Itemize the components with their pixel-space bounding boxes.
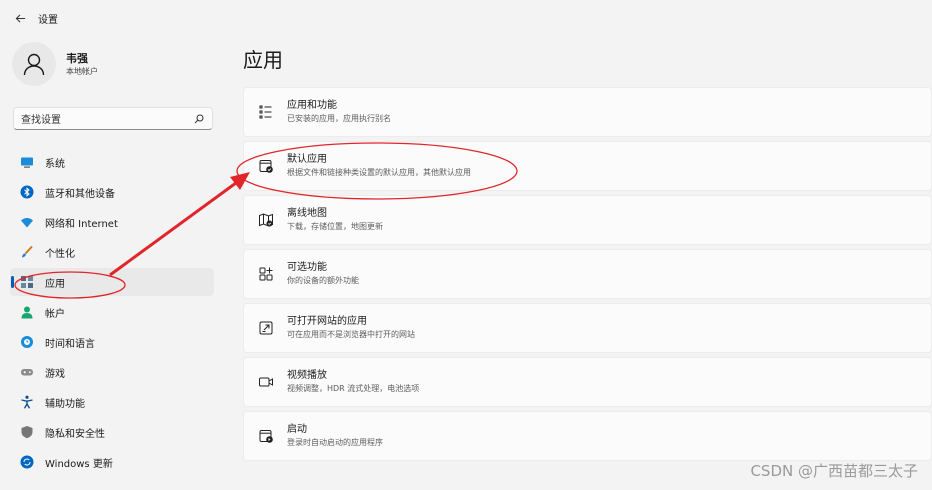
- search-box[interactable]: 查找设置: [13, 107, 213, 130]
- sidebar-item-accessibility[interactable]: 辅助功能: [10, 388, 214, 416]
- sidebar-item-label: 个性化: [45, 248, 75, 260]
- card-startup[interactable]: 启动 登录时自动启动的应用程序: [243, 411, 932, 461]
- sidebar: 韦强 本地帐户 查找设置 系统 蓝牙和其他设备 网络和 Internet 个性化…: [0, 36, 225, 490]
- settings-card-list: 应用和功能 已安装的应用，应用执行别名 默认应用 根据文件和链接种类设置的默认应…: [243, 87, 932, 465]
- map-icon: [258, 212, 274, 228]
- card-title: 默认应用: [287, 154, 327, 165]
- card-optional-features[interactable]: 可选功能 你的设备的额外功能: [243, 249, 932, 299]
- sidebar-item-label: 游戏: [45, 368, 65, 380]
- sidebar-item-personalization[interactable]: 个性化: [10, 238, 214, 266]
- sidebar-item-windows-update[interactable]: Windows 更新: [10, 448, 214, 476]
- page-title: 应用: [243, 48, 283, 72]
- sidebar-item-label: Windows 更新: [45, 458, 113, 470]
- title-bar: 设置: [0, 0, 932, 36]
- account-type: 本地帐户: [66, 66, 98, 76]
- sidebar-item-label: 蓝牙和其他设备: [45, 188, 115, 200]
- bluetooth-icon: [20, 185, 34, 199]
- update-icon: [20, 455, 34, 469]
- accessibility-icon: [20, 395, 34, 409]
- sidebar-item-label: 系统: [45, 158, 65, 170]
- card-offline-maps[interactable]: 离线地图 下载，存储位置，地图更新: [243, 195, 932, 245]
- card-description: 登录时自动启动的应用程序: [287, 438, 383, 447]
- sidebar-item-label: 隐私和安全性: [45, 428, 105, 440]
- video-icon: [258, 374, 274, 390]
- card-description: 下载，存储位置，地图更新: [287, 222, 383, 231]
- sidebar-item-gaming[interactable]: 游戏: [10, 358, 214, 386]
- person-avatar-icon: [23, 53, 45, 76]
- avatar[interactable]: [12, 42, 56, 86]
- optional-features-icon: [258, 266, 274, 282]
- monitor-icon: [20, 155, 34, 169]
- card-title: 应用和功能: [287, 100, 337, 111]
- search-input[interactable]: 查找设置: [21, 111, 61, 126]
- card-description: 可在应用而不是浏览器中打开的网站: [287, 330, 415, 339]
- user-name: 韦强: [66, 51, 88, 65]
- sidebar-item-label: 网络和 Internet: [45, 218, 118, 230]
- search-icon[interactable]: [194, 114, 204, 124]
- user-profile[interactable]: 韦强 本地帐户: [12, 42, 98, 86]
- card-title: 离线地图: [287, 208, 327, 219]
- card-apps-for-websites[interactable]: 可打开网站的应用 可在应用而不是浏览器中打开的网站: [243, 303, 932, 353]
- sidebar-item-privacy[interactable]: 隐私和安全性: [10, 418, 214, 446]
- card-apps-features[interactable]: 应用和功能 已安装的应用，应用执行别名: [243, 87, 932, 137]
- wifi-icon: [20, 215, 34, 229]
- sidebar-item-bluetooth[interactable]: 蓝牙和其他设备: [10, 178, 214, 206]
- sidebar-item-accounts[interactable]: 帐户: [10, 298, 214, 326]
- card-title: 启动: [287, 424, 307, 435]
- list-icon: [258, 104, 274, 120]
- sidebar-item-system[interactable]: 系统: [10, 148, 214, 176]
- card-video-playback[interactable]: 视频播放 视频调整，HDR 流式处理，电池选项: [243, 357, 932, 407]
- nav-list: 系统 蓝牙和其他设备 网络和 Internet 个性化 应用 帐户 时间和语言 …: [10, 148, 214, 478]
- card-default-apps[interactable]: 默认应用 根据文件和链接种类设置的默认应用，其他默认应用: [243, 141, 932, 191]
- default-apps-icon: [258, 158, 274, 174]
- brush-icon: [20, 245, 34, 259]
- globe-clock-icon: [20, 335, 34, 349]
- back-arrow-icon: [15, 13, 25, 23]
- sidebar-item-time-language[interactable]: 时间和语言: [10, 328, 214, 356]
- sidebar-item-label: 帐户: [45, 308, 65, 320]
- card-title: 视频播放: [287, 370, 327, 381]
- sidebar-item-network[interactable]: 网络和 Internet: [10, 208, 214, 236]
- open-external-icon: [258, 320, 274, 336]
- sidebar-item-apps[interactable]: 应用: [10, 268, 214, 296]
- back-button[interactable]: [6, 4, 34, 32]
- shield-icon: [20, 425, 34, 439]
- window-title: 设置: [38, 14, 58, 26]
- sidebar-item-label: 应用: [45, 278, 65, 290]
- card-title: 可打开网站的应用: [287, 316, 367, 327]
- card-description: 视频调整，HDR 流式处理，电池选项: [287, 384, 420, 393]
- card-title: 可选功能: [287, 262, 327, 273]
- sidebar-item-label: 辅助功能: [45, 398, 85, 410]
- apps-icon: [20, 275, 34, 289]
- gamepad-icon: [20, 365, 34, 379]
- main-content: 应用 应用和功能 已安装的应用，应用执行别名 默认应用 根据文件和链接种类设置的…: [243, 36, 932, 490]
- card-description: 根据文件和链接种类设置的默认应用，其他默认应用: [287, 168, 471, 177]
- person-icon: [20, 305, 34, 319]
- startup-icon: [258, 428, 274, 444]
- card-description: 已安装的应用，应用执行别名: [287, 114, 391, 123]
- card-description: 你的设备的额外功能: [287, 276, 359, 285]
- watermark: CSDN @广西苗都三太子: [750, 462, 918, 480]
- sidebar-item-label: 时间和语言: [45, 338, 95, 350]
